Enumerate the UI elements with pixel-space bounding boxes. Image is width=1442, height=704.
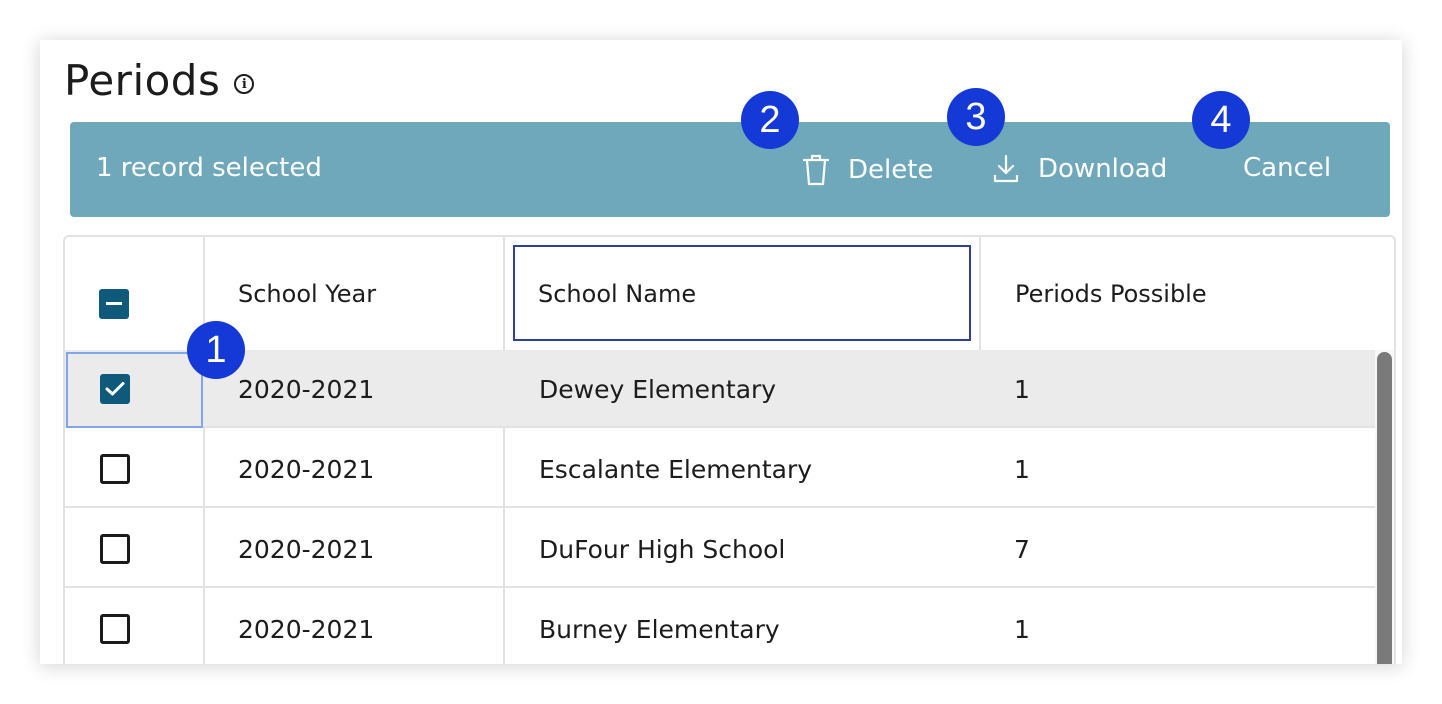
row-checkbox-cell: [100, 430, 130, 508]
checkmark-icon: [105, 382, 125, 396]
table-row[interactable]: 2020-2021 Escalante Elementary 1: [65, 430, 1379, 508]
delete-button[interactable]: Delete: [802, 153, 933, 187]
periods-table: School Year School Name Periods Possible…: [63, 235, 1396, 664]
column-header-school-name[interactable]: School Name: [538, 237, 958, 350]
vertical-scrollbar[interactable]: [1375, 350, 1394, 664]
cell-periods-possible: 1: [1014, 614, 1030, 644]
download-label: Download: [1038, 154, 1168, 184]
cell-focus-outline: [66, 352, 203, 428]
table-row[interactable]: 2020-2021 Dewey Elementary 1: [65, 350, 1379, 428]
periods-card: Periods i 1 record selected Delete Downl…: [40, 40, 1402, 664]
cell-school-name: DuFour High School: [539, 534, 786, 564]
cell-periods-possible: 7: [1014, 534, 1030, 564]
callout-badge-2: 2: [741, 91, 799, 149]
delete-label: Delete: [848, 155, 934, 185]
cell-school-name: Burney Elementary: [539, 614, 780, 644]
scrollbar-thumb[interactable]: [1377, 352, 1392, 664]
cell-school-name: Dewey Elementary: [539, 374, 777, 404]
row-checkbox-cell: [100, 350, 130, 428]
callout-badge-4: 4: [1192, 91, 1250, 149]
page-title: Periods: [64, 55, 221, 105]
table-row[interactable]: 2020-2021 Burney Elementary 1: [65, 590, 1379, 664]
cell-school-year: 2020-2021: [238, 374, 375, 404]
table-header-row: School Year School Name Periods Possible: [65, 237, 1394, 352]
download-icon: [993, 154, 1019, 183]
select-all-checkbox[interactable]: [99, 288, 129, 319]
row-checkbox[interactable]: [100, 374, 130, 404]
cell-periods-possible: 1: [1014, 374, 1030, 404]
cell-school-year: 2020-2021: [238, 534, 375, 564]
row-checkbox-cell: [100, 510, 130, 588]
info-icon[interactable]: i: [234, 74, 255, 94]
row-checkbox[interactable]: [100, 534, 130, 564]
callout-badge-3: 3: [947, 88, 1005, 146]
cancel-button[interactable]: Cancel: [1243, 153, 1331, 183]
title-row: Periods i: [64, 50, 255, 110]
download-button[interactable]: Download: [992, 153, 1167, 185]
selection-count-text: 1 record selected: [96, 153, 322, 183]
cell-school-year: 2020-2021: [238, 614, 375, 644]
row-checkbox[interactable]: [100, 614, 130, 644]
cell-school-name: Escalante Elementary: [539, 454, 813, 484]
table-row[interactable]: 2020-2021 DuFour High School 7: [65, 510, 1379, 588]
cell-periods-possible: 1: [1014, 454, 1030, 484]
bulk-action-bar: 1 record selected Delete Download Cancel: [70, 122, 1390, 217]
column-header-school-year[interactable]: School Year: [238, 237, 498, 350]
select-all-cell: [99, 237, 159, 350]
row-checkbox-cell: [100, 590, 130, 664]
cancel-label: Cancel: [1243, 153, 1332, 183]
column-header-periods-possible[interactable]: Periods Possible: [1015, 237, 1345, 350]
callout-badge-1: 1: [187, 321, 245, 379]
row-checkbox[interactable]: [100, 454, 130, 484]
column-divider: [979, 237, 981, 350]
minus-icon: [106, 302, 122, 305]
trash-icon: [802, 154, 830, 186]
cell-school-year: 2020-2021: [238, 454, 375, 484]
